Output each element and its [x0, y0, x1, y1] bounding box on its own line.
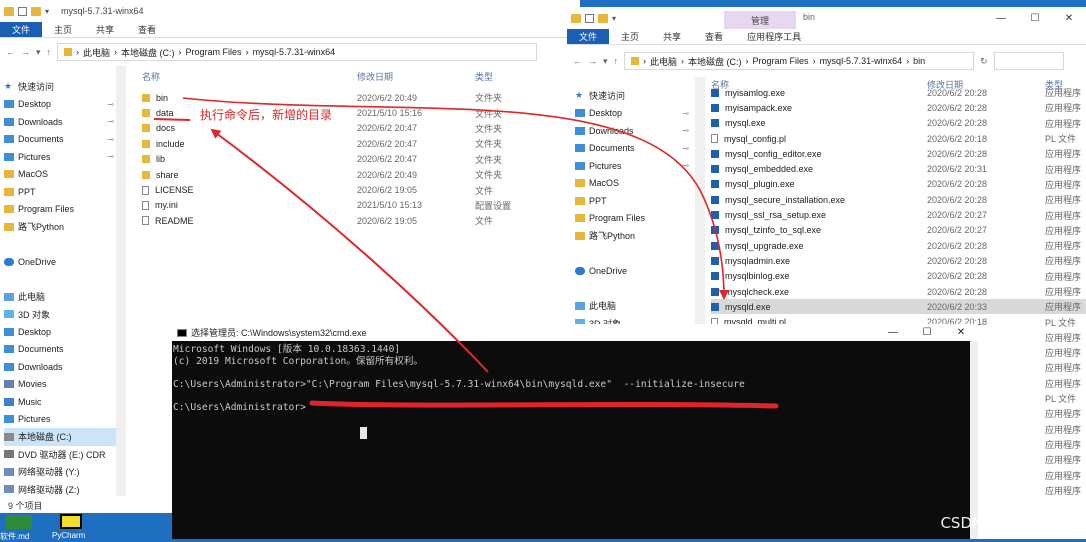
annotation-overlay [0, 0, 1086, 539]
taskbar-item-md[interactable]: 软件.md [0, 531, 29, 539]
red-underline-command [312, 403, 776, 406]
watermark: CSDN @宝宝很可爱 [940, 512, 1078, 533]
annotation-text: 执行命令后，新增的目录 [200, 106, 332, 123]
red-arrow-cmd-to-data [212, 130, 488, 372]
markdown-file-icon[interactable] [6, 515, 32, 529]
red-underline-data [154, 119, 190, 120]
pycharm-icon[interactable] [60, 514, 82, 529]
taskbar-item-pycharm[interactable]: PyCharm [52, 531, 85, 539]
red-arrow-bin-to-mysqld [183, 98, 724, 298]
